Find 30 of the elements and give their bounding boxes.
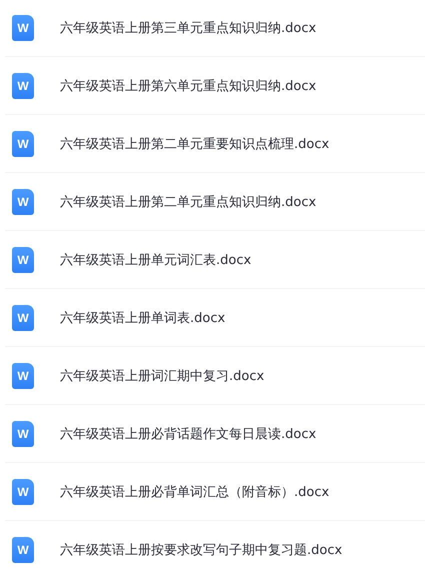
file-name: 六年级英语上册第二单元重点知识归纳.docx <box>60 194 316 210</box>
file-name: 六年级英语上册第三单元重点知识归纳.docx <box>60 20 316 37</box>
file-row[interactable]: W 六年级英语上册词汇期中复习.docx <box>5 347 425 405</box>
word-file-icon: W <box>12 304 34 330</box>
word-file-icon: W <box>12 246 34 272</box>
word-file-icon: W <box>12 536 34 562</box>
word-file-icon: W <box>12 420 34 446</box>
file-row[interactable]: W 六年级英语上册第二单元重点知识归纳.docx <box>5 173 425 231</box>
file-row[interactable]: W 六年级英语上册第三单元重点知识归纳.docx <box>5 0 425 57</box>
file-name: 六年级英语上册词汇期中复习.docx <box>60 368 264 384</box>
file-row[interactable]: W 六年级英语上册单词表.docx <box>5 289 425 347</box>
word-file-icon: W <box>12 15 34 41</box>
file-name: 六年级英语上册第二单元重要知识点梳理.docx <box>60 136 330 152</box>
word-file-icon: W <box>12 130 34 156</box>
file-name: 六年级英语上册按要求改写句子期中复习题.docx <box>60 542 342 558</box>
file-row[interactable]: W 六年级英语上册按要求改写句子期中复习题.docx <box>5 521 425 577</box>
file-name: 六年级英语上册单词表.docx <box>60 310 226 326</box>
word-file-icon: W <box>12 362 34 388</box>
file-name: 六年级英语上册单元词汇表.docx <box>60 252 252 268</box>
word-file-icon: W <box>12 478 34 504</box>
file-name: 六年级英语上册第六单元重点知识归纳.docx <box>60 78 316 94</box>
file-row[interactable]: W 六年级英语上册必背单词汇总（附音标）.docx <box>5 463 425 521</box>
file-name: 六年级英语上册必背话题作文每日晨读.docx <box>60 426 316 442</box>
file-row[interactable]: W 六年级英语上册单元词汇表.docx <box>5 231 425 289</box>
file-row[interactable]: W 六年级英语上册必背话题作文每日晨读.docx <box>5 405 425 463</box>
file-row[interactable]: W 六年级英语上册第二单元重要知识点梳理.docx <box>5 115 425 173</box>
word-file-icon: W <box>12 72 34 98</box>
file-name: 六年级英语上册必背单词汇总（附音标）.docx <box>60 484 330 500</box>
word-file-icon: W <box>12 188 34 214</box>
file-row[interactable]: W 六年级英语上册第六单元重点知识归纳.docx <box>5 57 425 115</box>
